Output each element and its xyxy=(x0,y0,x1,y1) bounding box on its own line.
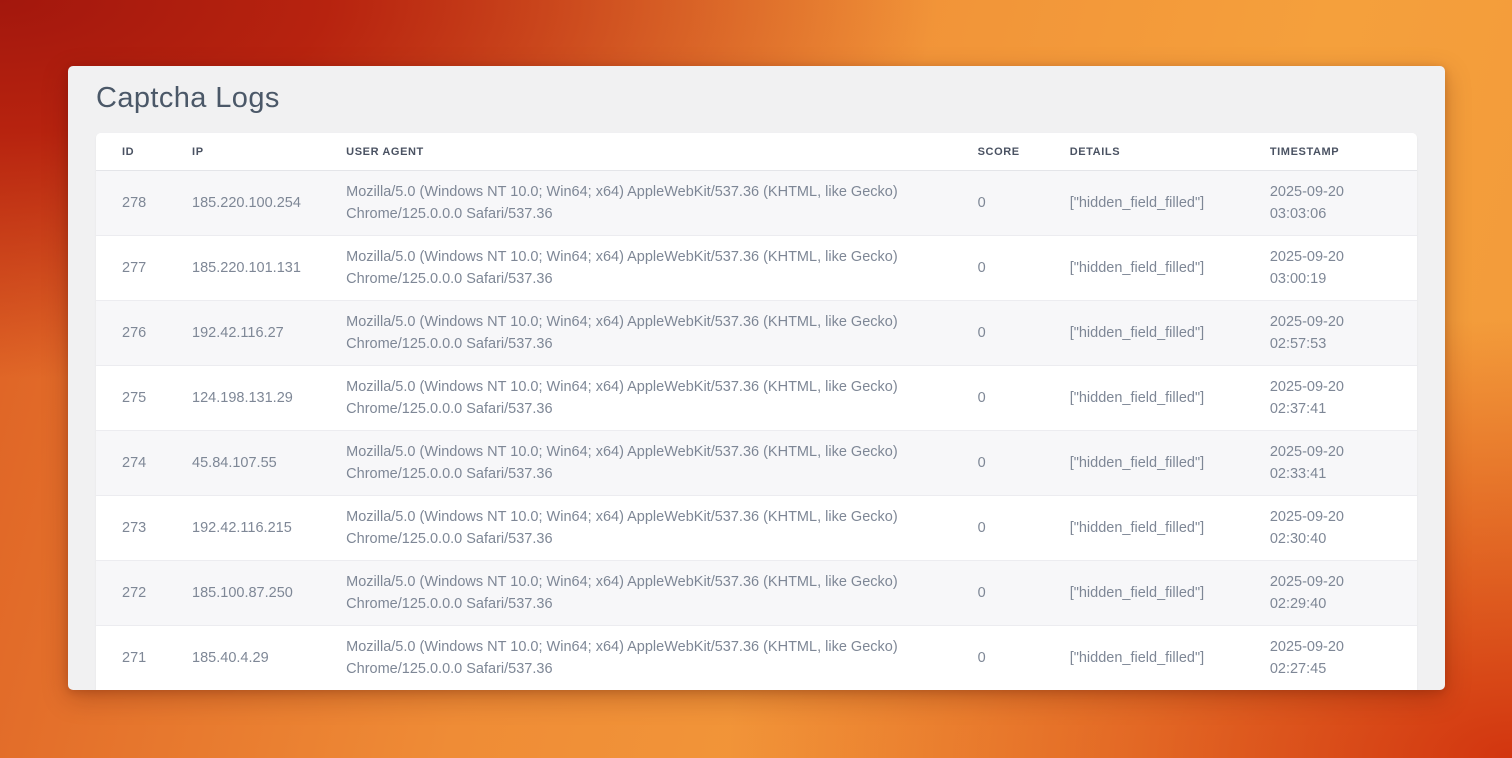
cell-details: ["hidden_field_filled"] xyxy=(1056,626,1256,691)
cell-ip: 185.220.101.131 xyxy=(178,236,332,301)
cell-timestamp: 2025-09-20 03:03:06 xyxy=(1256,171,1417,236)
cell-id: 276 xyxy=(96,301,178,366)
column-header-score: SCORE xyxy=(964,133,1056,171)
cell-user-agent: Mozilla/5.0 (Windows NT 10.0; Win64; x64… xyxy=(332,496,963,561)
cell-user-agent: Mozilla/5.0 (Windows NT 10.0; Win64; x64… xyxy=(332,236,963,301)
table-row: 275 124.198.131.29 Mozilla/5.0 (Windows … xyxy=(96,366,1417,431)
cell-id: 278 xyxy=(96,171,178,236)
cell-details: ["hidden_field_filled"] xyxy=(1056,431,1256,496)
cell-timestamp: 2025-09-20 02:57:53 xyxy=(1256,301,1417,366)
cell-timestamp: 2025-09-20 02:29:40 xyxy=(1256,561,1417,626)
table-row: 273 192.42.116.215 Mozilla/5.0 (Windows … xyxy=(96,496,1417,561)
cell-details: ["hidden_field_filled"] xyxy=(1056,496,1256,561)
table-row: 271 185.40.4.29 Mozilla/5.0 (Windows NT … xyxy=(96,626,1417,691)
cell-details: ["hidden_field_filled"] xyxy=(1056,366,1256,431)
cell-user-agent: Mozilla/5.0 (Windows NT 10.0; Win64; x64… xyxy=(332,626,963,691)
column-header-user_agent: USER AGENT xyxy=(332,133,963,171)
cell-details: ["hidden_field_filled"] xyxy=(1056,236,1256,301)
cell-details: ["hidden_field_filled"] xyxy=(1056,301,1256,366)
cell-details: ["hidden_field_filled"] xyxy=(1056,171,1256,236)
cell-ip: 192.42.116.215 xyxy=(178,496,332,561)
page-background: { "page": { "title": "Captcha Logs" }, "… xyxy=(0,0,1512,758)
cell-user-agent: Mozilla/5.0 (Windows NT 10.0; Win64; x64… xyxy=(332,171,963,236)
cell-id: 272 xyxy=(96,561,178,626)
cell-score: 0 xyxy=(964,301,1056,366)
cell-user-agent: Mozilla/5.0 (Windows NT 10.0; Win64; x64… xyxy=(332,366,963,431)
cell-timestamp: 2025-09-20 03:00:19 xyxy=(1256,236,1417,301)
column-header-id: ID xyxy=(96,133,178,171)
cell-id: 274 xyxy=(96,431,178,496)
cell-id: 273 xyxy=(96,496,178,561)
table-header: IDIPUSER AGENTSCOREDETAILSTIMESTAMP xyxy=(96,133,1417,171)
table-row: 277 185.220.101.131 Mozilla/5.0 (Windows… xyxy=(96,236,1417,301)
cell-ip: 124.198.131.29 xyxy=(178,366,332,431)
cell-score: 0 xyxy=(964,561,1056,626)
table-row: 272 185.100.87.250 Mozilla/5.0 (Windows … xyxy=(96,561,1417,626)
cell-id: 275 xyxy=(96,366,178,431)
cell-timestamp: 2025-09-20 02:33:41 xyxy=(1256,431,1417,496)
cell-id: 271 xyxy=(96,626,178,691)
cell-ip: 185.100.87.250 xyxy=(178,561,332,626)
cell-details: ["hidden_field_filled"] xyxy=(1056,561,1256,626)
cell-score: 0 xyxy=(964,236,1056,301)
cell-user-agent: Mozilla/5.0 (Windows NT 10.0; Win64; x64… xyxy=(332,561,963,626)
cell-score: 0 xyxy=(964,366,1056,431)
cell-ip: 45.84.107.55 xyxy=(178,431,332,496)
captcha-logs-card: Captcha Logs IDIPUSER AGENTSCOREDETAILST… xyxy=(68,66,1445,690)
page-title: Captcha Logs xyxy=(96,82,1417,115)
cell-score: 0 xyxy=(964,496,1056,561)
cell-timestamp: 2025-09-20 02:27:45 xyxy=(1256,626,1417,691)
cell-timestamp: 2025-09-20 02:37:41 xyxy=(1256,366,1417,431)
table-row: 274 45.84.107.55 Mozilla/5.0 (Windows NT… xyxy=(96,431,1417,496)
cell-ip: 185.220.100.254 xyxy=(178,171,332,236)
cell-user-agent: Mozilla/5.0 (Windows NT 10.0; Win64; x64… xyxy=(332,301,963,366)
cell-user-agent: Mozilla/5.0 (Windows NT 10.0; Win64; x64… xyxy=(332,431,963,496)
table-row: 278 185.220.100.254 Mozilla/5.0 (Windows… xyxy=(96,171,1417,236)
header-row: IDIPUSER AGENTSCOREDETAILSTIMESTAMP xyxy=(96,133,1417,171)
cell-ip: 192.42.116.27 xyxy=(178,301,332,366)
cell-timestamp: 2025-09-20 02:30:40 xyxy=(1256,496,1417,561)
captcha-logs-table: IDIPUSER AGENTSCOREDETAILSTIMESTAMP 278 … xyxy=(96,133,1417,690)
column-header-ip: IP xyxy=(178,133,332,171)
table-body: 278 185.220.100.254 Mozilla/5.0 (Windows… xyxy=(96,171,1417,691)
cell-id: 277 xyxy=(96,236,178,301)
column-header-details: DETAILS xyxy=(1056,133,1256,171)
cell-score: 0 xyxy=(964,171,1056,236)
table-row: 276 192.42.116.27 Mozilla/5.0 (Windows N… xyxy=(96,301,1417,366)
cell-score: 0 xyxy=(964,626,1056,691)
cell-score: 0 xyxy=(964,431,1056,496)
column-header-timestamp: TIMESTAMP xyxy=(1256,133,1417,171)
cell-ip: 185.40.4.29 xyxy=(178,626,332,691)
